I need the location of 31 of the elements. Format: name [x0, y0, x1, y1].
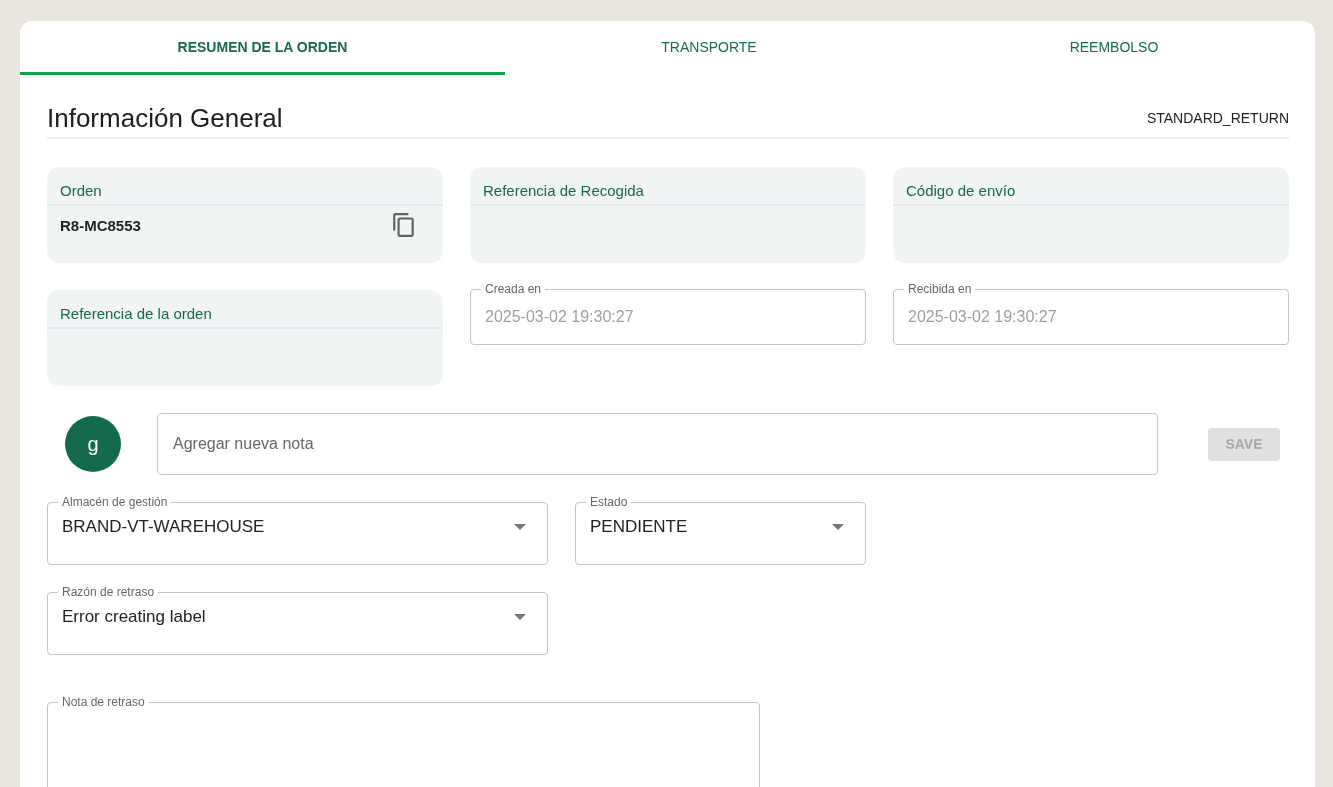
section-title: Información General: [47, 103, 283, 134]
delay-note-field[interactable]: Nota de retraso: [47, 695, 760, 787]
note-input-field[interactable]: Agregar nueva nota: [157, 413, 1158, 475]
date-value: 2025-03-02 19:30:27: [485, 307, 635, 326]
caret-icon: [832, 524, 844, 530]
info-label: Referencia de la orden: [47, 290, 443, 329]
tab[interactable]: TRANSPORTE: [505, 21, 913, 75]
tab[interactable]: RESUMEN DE LA ORDEN: [20, 21, 505, 75]
field-label: Razón de retraso: [61, 585, 156, 599]
copy-icon[interactable]: [391, 212, 417, 238]
field-label: Recibida en: [907, 282, 973, 296]
field-label: Estado: [589, 495, 629, 509]
info-value: R8-MC8553: [60, 216, 141, 234]
info-label: Referencia de Recogida: [470, 167, 866, 206]
info-label: Código de envío: [893, 167, 1289, 206]
caret-icon: [514, 614, 526, 620]
field-label: Almacén de gestión: [61, 495, 169, 509]
field-label: Creada en: [484, 282, 543, 296]
dropdown-value: PENDIENTE: [590, 517, 688, 537]
dropdown[interactable]: Almacén de gestión BRAND-VT-WAREHOUSE: [47, 495, 548, 565]
caret-icon: [514, 524, 526, 530]
return-type: STANDARD_RETURN: [1146, 110, 1289, 128]
dropdown-value: Error creating label: [62, 607, 206, 627]
date-value: 2025-03-02 19:30:27: [908, 307, 1058, 326]
dropdown[interactable]: Razón de retraso Error creating label: [47, 585, 548, 655]
info-label: Orden: [47, 167, 443, 206]
dropdown-value: BRAND-VT-WAREHOUSE: [62, 517, 265, 537]
tab[interactable]: REEMBOLSO: [913, 21, 1315, 75]
avatar: g: [65, 416, 121, 472]
field-label: Nota de retraso: [61, 695, 146, 709]
dropdown[interactable]: Estado PENDIENTE: [575, 495, 866, 565]
